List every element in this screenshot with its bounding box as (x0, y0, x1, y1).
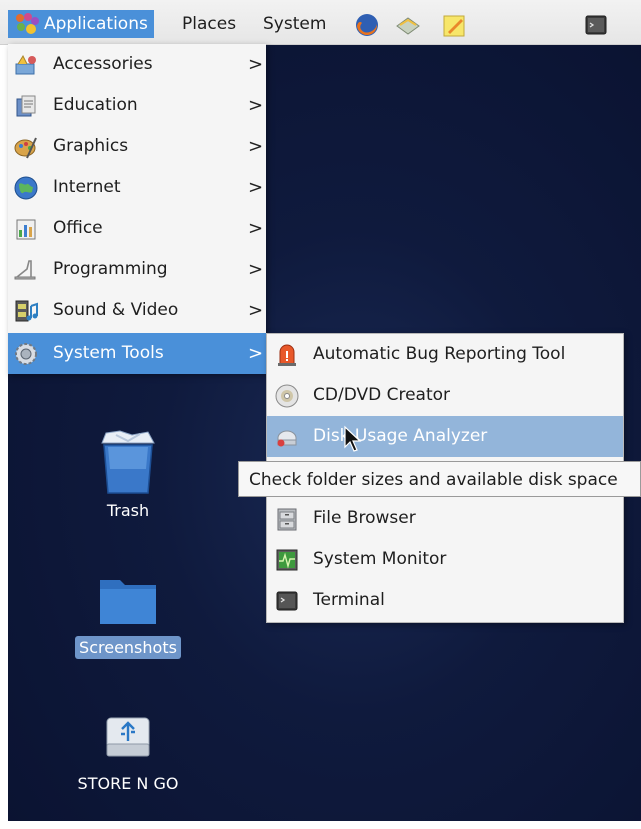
trash-desktop-icon[interactable]: Trash (88, 429, 168, 522)
education-icon (16, 95, 36, 117)
chevron-right-icon: > (248, 177, 264, 198)
submenu-item-terminal[interactable]: Terminal (267, 580, 623, 621)
top-panel: Applications Places System (0, 0, 641, 45)
screenshots-desktop-icon[interactable]: Screenshots (66, 574, 190, 659)
submenu-item-bug-reporting[interactable]: Automatic Bug Reporting Tool (267, 334, 623, 375)
file-cabinet-icon (277, 508, 297, 531)
submenu-item-label: Automatic Bug Reporting Tool (313, 344, 566, 364)
graphics-icon (14, 137, 37, 159)
terminal-icon (276, 591, 298, 611)
menu-item-education[interactable]: Education > (8, 85, 266, 126)
disk-usage-tooltip: Check folder sizes and available disk sp… (238, 461, 641, 497)
usb-drive-desktop-icon[interactable]: STORE N GO (63, 714, 193, 795)
submenu-item-label: Disk Usage Analyzer (313, 426, 488, 446)
firefox-icon[interactable] (354, 12, 380, 38)
system-label: System (263, 14, 327, 34)
text-editor-icon[interactable] (441, 12, 467, 38)
screen-border (0, 821, 641, 829)
submenu-item-disk-usage-analyzer[interactable]: Disk Usage Analyzer (267, 416, 623, 457)
internet-icon (14, 176, 38, 200)
screenshots-label: Screenshots (75, 636, 181, 659)
menu-item-label: Programming (53, 259, 168, 279)
chevron-right-icon: > (248, 300, 264, 321)
system-monitor-icon (276, 549, 298, 571)
disc-icon (275, 384, 299, 408)
submenu-item-label: Terminal (313, 590, 385, 610)
office-icon (16, 219, 36, 240)
accessories-icon (15, 54, 36, 75)
applications-label: Applications (44, 14, 148, 34)
usb-drive-label: STORE N GO (77, 774, 179, 793)
chevron-right-icon: > (248, 218, 264, 239)
folder-icon (100, 580, 156, 624)
gnome-foot-icon (16, 13, 39, 34)
programming-icon (14, 260, 36, 280)
system-menu-button[interactable]: System (257, 10, 332, 38)
sound-video-icon (15, 300, 38, 322)
submenu-item-system-monitor[interactable]: System Monitor (267, 539, 623, 580)
disk-usage-icon (277, 430, 297, 447)
menu-item-office[interactable]: Office > (8, 208, 266, 249)
menu-item-accessories[interactable]: Accessories > (8, 44, 266, 85)
system-tools-icon (15, 343, 37, 365)
chevron-right-icon: > (248, 259, 264, 280)
menu-item-label: Graphics (53, 136, 129, 156)
menu-item-label: Internet (53, 177, 121, 197)
usb-drive-icon (106, 717, 150, 757)
places-label: Places (182, 14, 237, 34)
menu-item-internet[interactable]: Internet > (8, 167, 266, 208)
chevron-right-icon: > (248, 136, 264, 157)
chevron-right-icon: > (248, 95, 264, 116)
menu-item-label: Education (53, 95, 138, 115)
applications-menu: Accessories > Education > Graphics > Int… (8, 44, 266, 374)
submenu-item-cd-dvd-creator[interactable]: CD/DVD Creator (267, 375, 623, 416)
submenu-item-label: File Browser (313, 508, 416, 528)
chevron-right-icon: > (248, 54, 264, 75)
menu-item-label: Office (53, 218, 103, 238)
mouse-pointer-icon (344, 425, 362, 452)
mail-client-icon[interactable] (395, 12, 421, 38)
submenu-item-file-browser[interactable]: File Browser (267, 498, 623, 539)
applications-menu-button[interactable]: Applications (8, 10, 154, 38)
places-menu-button[interactable]: Places (176, 10, 242, 38)
menu-item-label: System Tools (53, 343, 164, 363)
menu-item-label: Accessories (53, 54, 153, 74)
menu-item-sound-video[interactable]: Sound & Video > (8, 290, 266, 331)
menu-item-label: Sound & Video (53, 300, 179, 320)
menu-item-programming[interactable]: Programming > (8, 249, 266, 290)
trash-icon (101, 430, 155, 494)
menu-item-system-tools[interactable]: System Tools > (8, 333, 266, 374)
terminal-launcher-icon[interactable] (583, 12, 609, 38)
alarm-icon (278, 344, 296, 366)
submenu-item-label: System Monitor (313, 549, 447, 569)
chevron-right-icon: > (248, 343, 264, 364)
trash-label: Trash (106, 501, 150, 520)
submenu-item-label: CD/DVD Creator (313, 385, 451, 405)
menu-item-graphics[interactable]: Graphics > (8, 126, 266, 167)
